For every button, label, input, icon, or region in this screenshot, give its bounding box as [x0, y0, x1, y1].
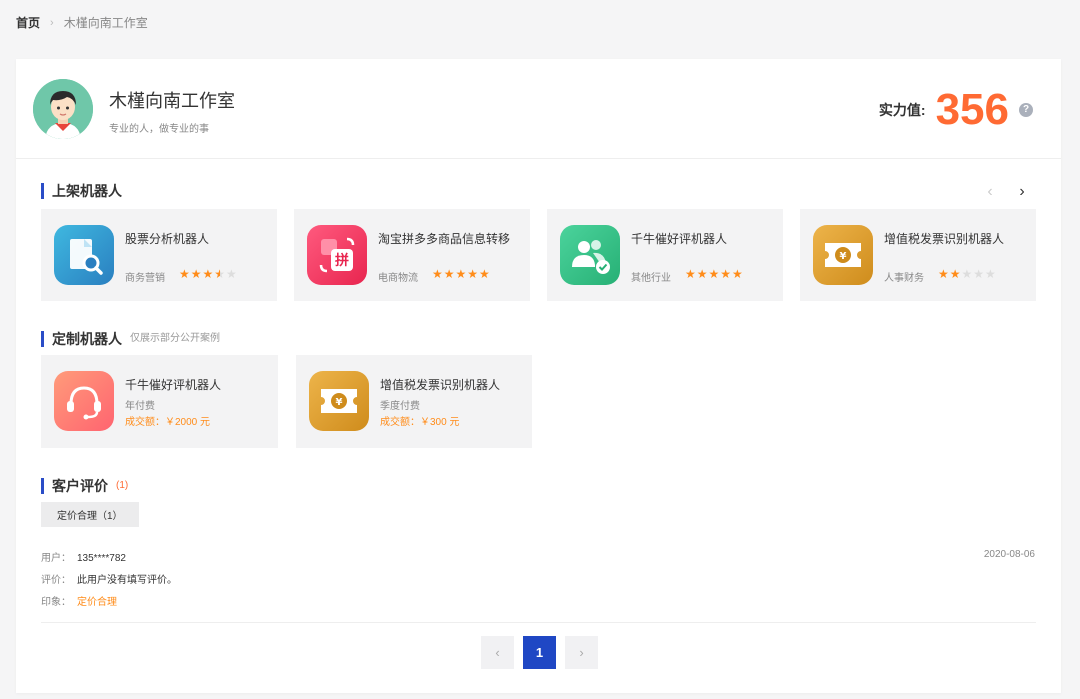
review-impression-row: 印象： 定价合理 — [41, 593, 117, 608]
rating-stars: ★★★★★ — [432, 267, 491, 281]
robot-card-stock-analysis[interactable]: 股票分析机器人 商务营销 ★★★★★ — [41, 209, 277, 301]
pagination-page-button[interactable]: 1 — [523, 636, 556, 669]
rating-stars: ★★★★★ — [179, 267, 238, 281]
pagination-next-button[interactable]: › — [565, 636, 598, 669]
help-icon[interactable]: ? — [1019, 103, 1033, 117]
robot-name: 增值税发票识别机器人 — [380, 378, 501, 392]
chevron-right-icon: › — [50, 16, 54, 29]
robot-category: 电商物流 — [378, 273, 418, 284]
chevron-left-icon[interactable]: ‹ — [981, 183, 999, 201]
chevron-right-icon[interactable]: › — [1013, 183, 1031, 201]
pagination: ‹ 1 › — [481, 636, 607, 669]
review-comment-row: 评价： 此用户没有填写评价。 — [41, 571, 177, 586]
avatar — [33, 79, 93, 139]
robot-card-qianniu-review[interactable]: 千牛催好评机器人 其他行业 ★★★★★ — [547, 209, 783, 301]
review-impression-value: 定价合理 — [77, 597, 117, 608]
svg-text:拼: 拼 — [335, 252, 349, 269]
carousel-controls: ‹ › — [967, 183, 1031, 201]
headset-icon — [54, 371, 114, 431]
robot-category: 其他行业 — [631, 273, 671, 284]
impression-tag-filter[interactable]: 定价合理（1） — [41, 502, 139, 527]
robot-category: 商务营销 — [125, 273, 165, 284]
rating-stars: ★★★★★ — [685, 267, 744, 281]
section-title-text: 客户评价 — [52, 478, 108, 494]
billing-period: 年付费 — [125, 401, 155, 412]
score-label: 实力值: — [878, 102, 926, 118]
studio-name: 木槿向南工作室 — [109, 91, 235, 111]
deal-amount: 成交额：￥2000 元 — [125, 417, 211, 428]
robot-name: 千牛催好评机器人 — [631, 232, 728, 246]
invoice-ticket-icon: ¥ — [813, 225, 873, 285]
pinduoduo-transfer-icon: 拼 — [307, 225, 367, 285]
review-user-value: 135****782 — [77, 553, 126, 564]
svg-text:¥: ¥ — [336, 397, 343, 408]
score-value: 356 — [935, 85, 1009, 134]
rating-stars: ★★★★★ — [938, 267, 997, 281]
section-subtitle: 仅展示部分公开案例 — [130, 333, 220, 344]
section-title-text: 定制机器人 — [52, 331, 122, 347]
robot-name: 股票分析机器人 — [125, 232, 210, 246]
users-check-icon — [560, 225, 620, 285]
svg-text:¥: ¥ — [840, 251, 847, 262]
review-comment-label: 评价： — [41, 575, 71, 586]
divider — [41, 622, 1036, 623]
score-block: 实力值: 356 ? — [879, 85, 1033, 135]
billing-period: 季度付费 — [380, 401, 420, 412]
profile-header: 木槿向南工作室 专业的人，做专业的事 实力值: 356 ? — [16, 59, 1061, 159]
stock-analysis-icon — [54, 225, 114, 285]
section-title-text: 上架机器人 — [52, 183, 122, 199]
robot-category: 人事财务 — [884, 273, 924, 284]
invoice-ticket-icon: ¥ — [309, 371, 369, 431]
breadcrumb: 首页 › 木槿向南工作室 — [16, 14, 148, 31]
robot-name: 千牛催好评机器人 — [125, 378, 222, 392]
breadcrumb-current: 木槿向南工作室 — [63, 16, 148, 30]
review-date: 2020-08-06 — [983, 549, 1035, 560]
robot-card-vat-invoice[interactable]: ¥ 增值税发票识别机器人 人事财务 ★★★★★ — [800, 209, 1036, 301]
breadcrumb-home-link[interactable]: 首页 — [16, 14, 40, 31]
section-listed-robots: 上架机器人 — [41, 183, 122, 199]
robot-name: 增值税发票识别机器人 — [884, 232, 1005, 246]
review-impression-label: 印象： — [41, 597, 71, 608]
review-comment-value: 此用户没有填写评价。 — [77, 575, 177, 586]
studio-card: 木槿向南工作室 专业的人，做专业的事 实力值: 356 ? 上架机器人 ‹ › … — [16, 59, 1061, 693]
pagination-prev-button[interactable]: ‹ — [481, 636, 514, 669]
section-reviews: 客户评价 (1) — [41, 478, 128, 494]
studio-description: 专业的人，做专业的事 — [109, 124, 209, 135]
deal-amount: 成交额：￥300 元 — [380, 417, 460, 428]
section-custom-robots: 定制机器人 仅展示部分公开案例 — [41, 331, 220, 347]
robot-name: 淘宝拼多多商品信息转移 — [378, 232, 511, 246]
review-user-row: 用户： 135****782 — [41, 549, 126, 564]
review-user-label: 用户： — [41, 553, 71, 564]
robot-card-taobao-pdd[interactable]: 拼 淘宝拼多多商品信息转移 电商物流 ★★★★★ — [294, 209, 530, 301]
custom-robot-card-vat-invoice[interactable]: ¥ 增值税发票识别机器人 季度付费 成交额：￥300 元 — [296, 355, 532, 448]
custom-robot-card-qianniu[interactable]: 千牛催好评机器人 年付费 成交额：￥2000 元 — [41, 355, 278, 448]
review-count: (1) — [116, 480, 129, 491]
